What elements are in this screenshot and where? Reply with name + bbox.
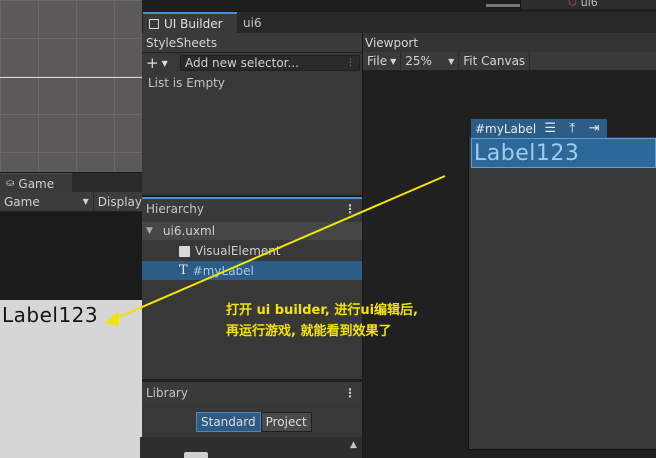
annotation-text: 打开 ui builder, 进行ui编辑后, 再运行游戏, 就能看到效果了 <box>226 303 418 339</box>
annotation-arrow-head <box>104 311 119 326</box>
annotation-arrow-line <box>111 175 446 321</box>
annotation-arrow <box>104 175 446 326</box>
